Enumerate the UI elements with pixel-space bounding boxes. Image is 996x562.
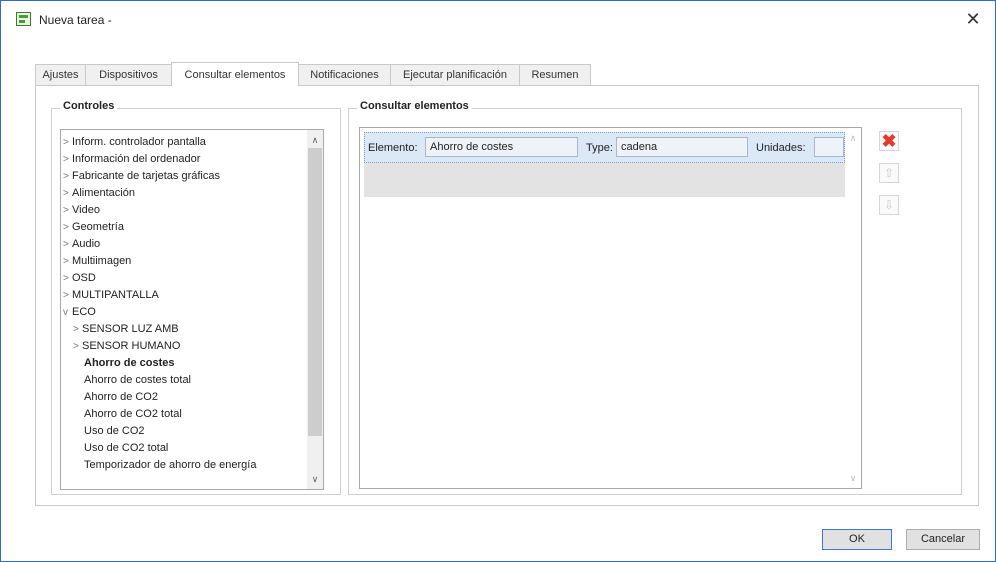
chevron-down-icon[interactable]: v (63, 305, 72, 321)
tree-item-label: Audio (72, 238, 101, 250)
type-field[interactable]: cadena (616, 137, 748, 157)
delete-icon: ✖ (881, 131, 897, 151)
element-field[interactable]: Ahorro de costes (425, 137, 578, 157)
tab-resumen[interactable]: Resumen (519, 64, 591, 86)
controls-group: Controles > Inform. controlador pantalla … (51, 100, 341, 495)
units-label: Unidades: (756, 142, 806, 154)
query-group-title: Consultar elementos (357, 100, 472, 112)
chevron-right-icon[interactable]: > (63, 237, 72, 253)
title-bar: Nueva tarea - ✕ (1, 1, 995, 41)
ok-button[interactable]: OK (822, 529, 892, 550)
tab-ejecutar-planificacion[interactable]: Ejecutar planificación (390, 64, 520, 86)
tree-item-label: Fabricante de tarjetas gráficas (72, 170, 220, 182)
tree-item-label: ECO (72, 306, 96, 318)
close-icon[interactable]: ✕ (963, 9, 983, 29)
tree-item-label: Geometría (72, 221, 124, 233)
move-up-button[interactable]: ⇧ (879, 163, 899, 183)
tab-dispositivos[interactable]: Dispositivos (85, 64, 172, 86)
query-row[interactable]: Elemento: Ahorro de costes Type: cadena … (364, 132, 845, 163)
type-label: Type: (586, 142, 613, 154)
tree-item-ahorro-de-co2-total[interactable]: Ahorro de CO2 total (84, 406, 182, 422)
tree-item-label: MULTIPANTALLA (72, 289, 159, 301)
scroll-down-arrow-icon[interactable]: ∨ (845, 470, 861, 486)
arrow-up-icon: ⇧ (883, 166, 895, 180)
query-group: Consultar elementos Elemento: Ahorro de … (348, 100, 962, 495)
window-title: Nueva tarea - (39, 13, 112, 27)
controls-group-title: Controles (60, 100, 118, 112)
tab-consultar-elementos[interactable]: Consultar elementos (171, 62, 299, 86)
chevron-right-icon[interactable]: > (63, 203, 72, 219)
app-icon (16, 12, 31, 26)
delete-button[interactable]: ✖ (879, 131, 899, 151)
query-row-empty (364, 163, 845, 197)
dialog-window: Nueva tarea - ✕ Ajustes Dispositivos Con… (0, 0, 996, 562)
tab-notificaciones[interactable]: Notificaciones (298, 64, 391, 86)
tree-item-label: Inform. controlador pantalla (72, 136, 206, 148)
tree-item-fabricante-tarjetas[interactable]: > Fabricante de tarjetas gráficas (63, 168, 220, 184)
tree-item-multipantalla[interactable]: > MULTIPANTALLA (63, 287, 159, 303)
tree-item-label: Información del ordenador (72, 153, 201, 165)
scroll-up-arrow-icon[interactable]: ∧ (845, 130, 861, 146)
tab-panel: Controles > Inform. controlador pantalla … (35, 85, 979, 506)
query-list[interactable]: Elemento: Ahorro de costes Type: cadena … (359, 127, 862, 489)
tree-item-alimentacion[interactable]: > Alimentación (63, 185, 135, 201)
scroll-thumb[interactable] (308, 148, 322, 436)
tree-item-label: Multiimagen (72, 255, 132, 267)
scroll-down-arrow-icon[interactable]: ∨ (307, 471, 323, 487)
chevron-right-icon[interactable]: > (73, 322, 82, 338)
tree-scrollbar[interactable]: ∧ ∨ (307, 130, 323, 489)
controls-tree[interactable]: > Inform. controlador pantalla > Informaci… (60, 129, 324, 490)
scroll-up-arrow-icon[interactable]: ∧ (307, 132, 323, 148)
tree-item-label: SENSOR LUZ AMB (82, 323, 179, 335)
tree-item-ahorro-de-costes-total[interactable]: Ahorro de costes total (84, 372, 191, 388)
chevron-right-icon[interactable]: > (63, 135, 72, 151)
tree-item-label: Alimentación (72, 187, 135, 199)
chevron-right-icon[interactable]: > (63, 220, 72, 236)
tree-item-eco[interactable]: v ECO (63, 304, 96, 320)
move-down-button[interactable]: ⇩ (879, 195, 899, 215)
chevron-right-icon[interactable]: > (63, 152, 72, 168)
tree-item-ahorro-de-costes[interactable]: Ahorro de costes (84, 355, 174, 371)
tree-item-informacion-ordenador[interactable]: > Información del ordenador (63, 151, 200, 167)
chevron-right-icon[interactable]: > (63, 254, 72, 270)
tree-item-uso-de-co2[interactable]: Uso de CO2 (84, 423, 145, 439)
tree-item-uso-de-co2-total[interactable]: Uso de CO2 total (84, 440, 168, 456)
tree-item-sensor-luz-amb[interactable]: > SENSOR LUZ AMB (73, 321, 179, 337)
tree-item-label: OSD (72, 272, 96, 284)
arrow-down-icon: ⇩ (883, 198, 895, 212)
units-field[interactable] (814, 137, 844, 157)
tree-item-label: SENSOR HUMANO (82, 340, 181, 352)
tab-ajustes[interactable]: Ajustes (35, 64, 86, 86)
tree-item-osd[interactable]: > OSD (63, 270, 96, 286)
tree-item-sensor-humano[interactable]: > SENSOR HUMANO (73, 338, 180, 354)
chevron-right-icon[interactable]: > (63, 169, 72, 185)
tree-item-audio[interactable]: > Audio (63, 236, 100, 252)
tree-item-temporizador-ahorro[interactable]: Temporizador de ahorro de energía (84, 457, 256, 473)
chevron-right-icon[interactable]: > (63, 271, 72, 287)
chevron-right-icon[interactable]: > (73, 339, 82, 355)
element-label: Elemento: (368, 142, 418, 154)
tree-item-video[interactable]: > Video (63, 202, 100, 218)
cancel-button[interactable]: Cancelar (906, 529, 980, 550)
tree-item-geometria[interactable]: > Geometría (63, 219, 124, 235)
tree-item-label: Video (72, 204, 100, 216)
tree-item-ahorro-de-co2[interactable]: Ahorro de CO2 (84, 389, 158, 405)
query-scrollbar[interactable]: ∧ ∨ (845, 128, 861, 488)
chevron-right-icon[interactable]: > (63, 288, 72, 304)
tree-item-inform-controlador[interactable]: > Inform. controlador pantalla (63, 134, 206, 150)
chevron-right-icon[interactable]: > (63, 186, 72, 202)
tree-item-multiimagen[interactable]: > Multiimagen (63, 253, 131, 269)
